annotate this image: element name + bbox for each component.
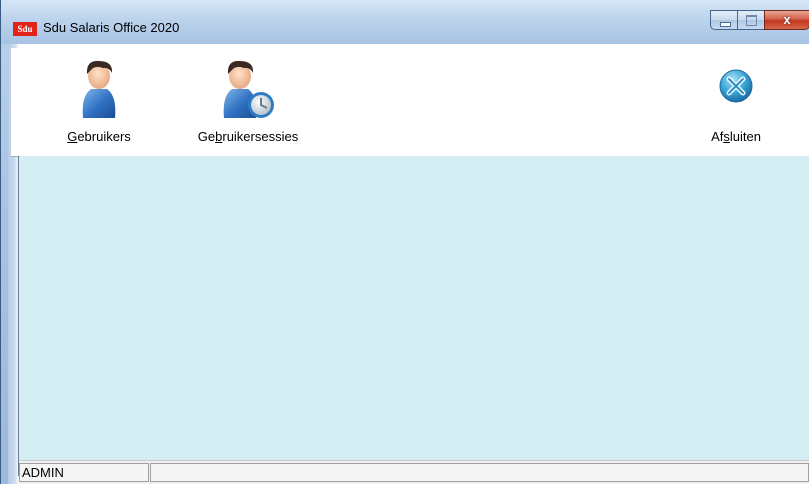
close-circle-icon (719, 69, 753, 103)
user-sessions-label: Gebruikersessies (197, 129, 299, 144)
window-title: Sdu Salaris Office 2020 (43, 20, 180, 35)
close-button[interactable]: x (764, 10, 809, 30)
user-icon (82, 60, 116, 118)
close-icon: x (783, 12, 791, 27)
status-bar: ADMIN (19, 460, 809, 484)
exit-button[interactable]: Afsluiten (691, 48, 781, 156)
status-user: ADMIN (19, 463, 149, 482)
user-clock-icon (223, 60, 274, 118)
main-content-area (19, 156, 809, 460)
users-label: Gebruikers (67, 129, 131, 144)
minimize-icon (720, 22, 731, 27)
title-bar[interactable]: Sdu Sdu Salaris Office 2020 x (1, 0, 809, 44)
toolbar: Gebruikers Gebruikersessies Afsluiten (11, 48, 809, 157)
status-message (150, 463, 809, 482)
app-logo: Sdu (13, 22, 37, 36)
maximize-button[interactable] (737, 10, 764, 30)
exit-label: Afsluiten (711, 129, 761, 144)
content-left-border (18, 156, 19, 476)
users-button[interactable]: Gebruikers (51, 48, 147, 156)
maximize-icon (746, 15, 757, 26)
caption-buttons: x (710, 10, 809, 32)
user-sessions-button[interactable]: Gebruikersessies (183, 48, 313, 156)
minimize-button[interactable] (710, 10, 737, 30)
